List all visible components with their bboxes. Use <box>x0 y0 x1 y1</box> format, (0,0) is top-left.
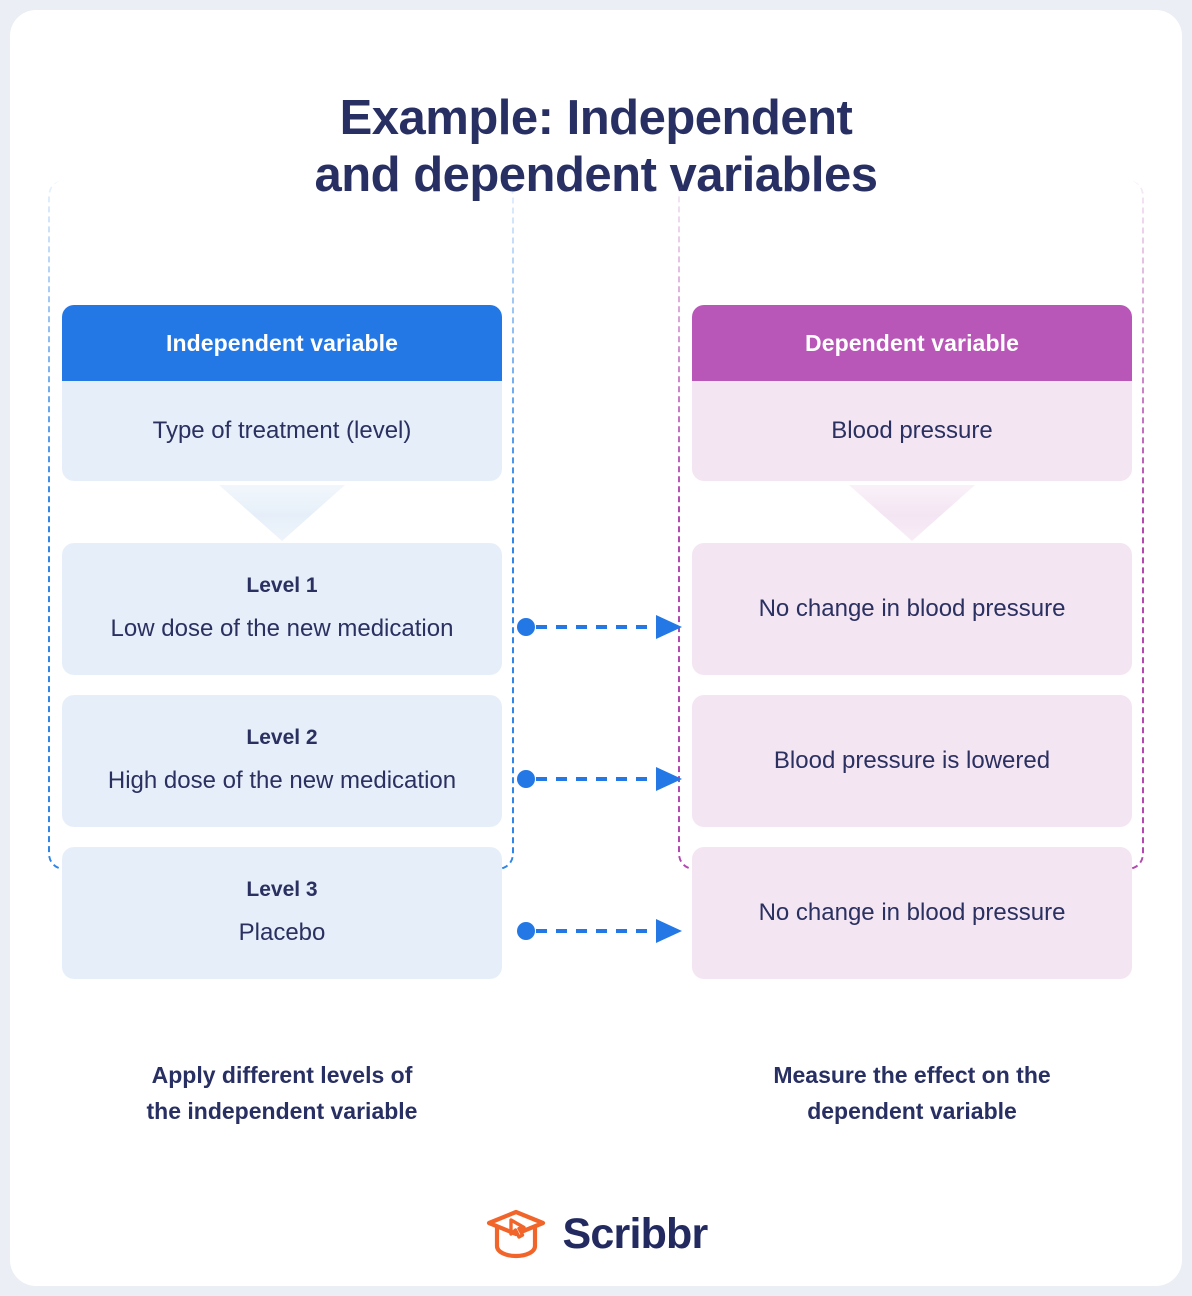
level-3-box: Level 3 Placebo <box>62 847 502 979</box>
connector-arrow-2 <box>516 766 684 792</box>
triangle-down-icon <box>219 485 345 541</box>
level-2-title: Level 2 <box>246 725 318 749</box>
triangle-down-icon <box>849 485 975 541</box>
dependent-variable-column: Dependent variable Blood pressure No cha… <box>692 305 1132 999</box>
outcome-3-box: No change in blood pressure <box>692 847 1132 979</box>
level-2-box: Level 2 High dose of the new medication <box>62 695 502 827</box>
independent-caption-line-1: Apply different levels of <box>151 1062 413 1088</box>
outcome-1-box: No change in blood pressure <box>692 543 1132 675</box>
level-3-title: Level 3 <box>246 877 318 901</box>
outcome-2-box: Blood pressure is lowered <box>692 695 1132 827</box>
connector-arrow-3 <box>516 918 684 944</box>
independent-variable-caption: Apply different levels of the independen… <box>62 1058 502 1129</box>
connector-arrow-1 <box>516 614 684 640</box>
dependent-variable-subject: Blood pressure <box>692 381 1132 481</box>
title-line-1: Example: Independent <box>339 91 853 145</box>
level-1-box: Level 1 Low dose of the new medication <box>62 543 502 675</box>
level-1-title: Level 1 <box>246 573 318 597</box>
dependent-flow-arrow <box>692 481 1132 543</box>
outcome-1-text: No change in blood pressure <box>758 594 1066 622</box>
dependent-caption-line-2: dependent variable <box>807 1097 1017 1124</box>
scribbr-wordmark: Scribbr <box>562 1209 709 1258</box>
arrow-right-icon <box>517 919 682 943</box>
arrow-right-icon <box>517 767 682 791</box>
scribbr-logo: Scribbr <box>10 1208 1182 1260</box>
level-1-text: Low dose of the new medication <box>110 615 454 643</box>
level-3-text: Placebo <box>238 919 326 947</box>
outcome-2-text: Blood pressure is lowered <box>773 746 1051 774</box>
outcome-3-text: No change in blood pressure <box>758 898 1066 926</box>
independent-variable-column: Independent variable Type of treatment (… <box>62 305 502 999</box>
dependent-variable-header: Dependent variable <box>692 305 1132 381</box>
dependent-variable-caption: Measure the effect on the dependent vari… <box>692 1058 1132 1129</box>
independent-variable-header: Independent variable <box>62 305 502 381</box>
level-2-text: High dose of the new medication <box>107 767 457 795</box>
arrow-right-icon <box>517 615 682 639</box>
graduation-cap-icon <box>486 1209 545 1259</box>
dependent-caption-line-1: Measure the effect on the <box>773 1062 1051 1088</box>
independent-variable-subject: Type of treatment (level) <box>62 381 502 481</box>
diagram-card: Example: Independent and dependent varia… <box>10 10 1182 1286</box>
independent-caption-line-2: the independent variable <box>146 1097 418 1124</box>
independent-flow-arrow <box>62 481 502 543</box>
